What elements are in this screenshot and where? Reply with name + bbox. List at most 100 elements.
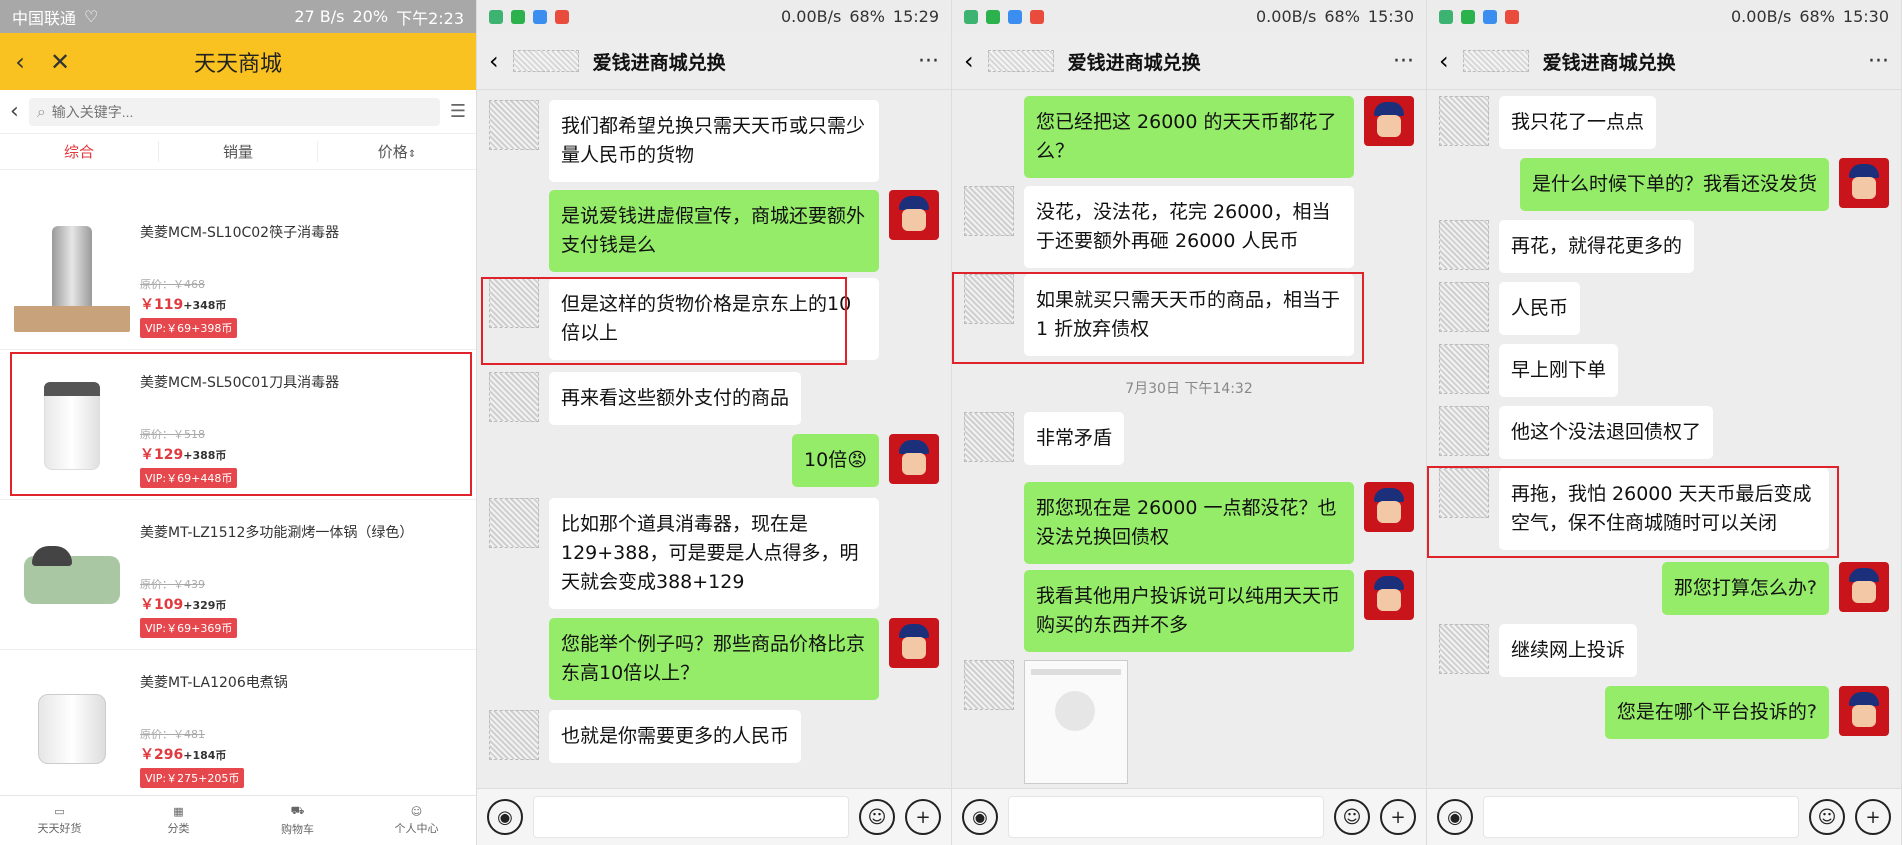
message-input[interactable] [1008,796,1324,838]
chat-title: 爱钱进商城兑换 [592,51,726,74]
avatar [489,100,539,150]
avatar [1439,220,1489,270]
search-box[interactable]: ⌕ [28,97,440,126]
avatar [889,618,939,668]
back-arrow-icon[interactable]: ‹ [10,99,19,124]
chat-title: 爱钱进商城兑换 [1067,51,1201,74]
voice-icon[interactable]: ◉ [962,799,998,835]
back-icon[interactable]: ‹ [964,47,974,75]
product-image [14,516,130,632]
tab-category[interactable]: ▦ 分类 [119,796,238,845]
search-input[interactable] [51,103,432,120]
avatar [1439,624,1489,674]
input-bar: ◉ ☺ + [1427,788,1901,845]
more-icon[interactable]: ··· [918,49,939,74]
clock: 下午2:23 [396,8,464,28]
price: ￥296+184币 [140,747,227,763]
avatar [1839,158,1889,208]
plus-icon[interactable]: + [1855,799,1891,835]
sort-general[interactable]: 综合 [0,141,159,162]
shop-header: ‹ ✕ 天天商城 [0,33,476,90]
original-price: 原价：￥468 [140,278,205,291]
message: 是说爱钱进虚假宣传，商城还要额外支付钱是么 [477,190,951,272]
voice-icon[interactable]: ◉ [487,799,523,835]
search-icon: ⌕ [36,101,46,121]
product-image [14,666,130,782]
tab-good-items[interactable]: ▭ 天天好货 [0,796,119,845]
back-icon[interactable]: ‹ [489,47,499,75]
list-item[interactable]: 美菱MT-LZ1512多功能涮烤一体锅（绿色） 原价：￥439 ￥109+329… [0,500,476,650]
emoji-icon[interactable]: ☺ [859,799,895,835]
highlight-box [481,277,847,365]
avatar [1439,96,1489,146]
sort-price[interactable]: 价格⇕ [318,141,476,162]
back-button[interactable]: ‹ [0,42,40,82]
chat-header: ‹ 爱钱进商城兑换 ··· [952,33,1426,90]
list-item[interactable]: 美菱MCM-SL10C02筷子消毒器 原价：￥468 ￥119+348币 VIP… [0,200,476,350]
redacted-name [1462,50,1529,72]
avatar [1364,570,1414,620]
plus-icon[interactable]: + [1380,799,1416,835]
sort-bar: 综合 销量 价格⇕ [0,134,476,170]
message: 没花，没法花，花完 26000，相当于还要额外再砸 26000 人民币 [952,186,1426,268]
message: 那您打算怎么办? [1427,562,1901,615]
message: 您是在哪个平台投诉的? [1427,686,1901,739]
message-list: 我们都希望兑换只需天天币或只需少量人民币的货物 是说爱钱进虚假宣传，商城还要额外… [477,90,951,788]
avatar [964,186,1014,236]
battery: 20% [352,7,389,26]
status-bar: 0.00B/s 68% 15:30 [952,0,1426,33]
avatar [1364,96,1414,146]
message: 您能举个例子吗？那些商品价格比京东高10倍以上？ [477,618,951,700]
status-bar: 0.00B/s 68% 15:29 [477,0,951,33]
sort-sales[interactable]: 销量 [159,141,318,162]
user-icon: ☺ [410,805,423,818]
grid-icon: ▦ [173,805,184,818]
message: 我看其他用户投诉说可以纯用天天币购买的东西并不多 [952,570,1426,652]
avatar [1839,686,1889,736]
chat-panel-1: 0.00B/s 68% 15:29 ‹ 爱钱进商城兑换 ··· 我们都希望兑换只需天… [477,0,952,845]
more-icon[interactable]: ··· [1868,49,1889,74]
tab-profile[interactable]: ☺ 个人中心 [357,796,476,845]
voice-icon[interactable]: ◉ [1437,799,1473,835]
shop-panel: 中国联通♡ 27 B/s20%下午2:23 ‹ ✕ 天天商城 ‹ ⌕ ☰ 综合 … [0,0,477,845]
avatar [489,372,539,422]
back-icon[interactable]: ‹ [1439,47,1449,75]
input-bar: ◉ ☺ + [477,788,951,845]
product-image [14,216,130,332]
cart-icon: ⛟ [290,804,305,817]
vip-badge: VIP:￥275+205币 [140,768,245,788]
avatar [1439,282,1489,332]
message-list: 我只花了一点点 是什么时候下单的？我看还没发货 再花，就得花更多的 人民币 早上… [1427,90,1901,788]
carrier: 中国联通 [12,8,77,28]
message: 您已经把这 26000 的天天币都花了么？ [952,96,1426,178]
image-thumbnail[interactable] [1024,660,1128,784]
message-input[interactable] [533,796,849,838]
message: 10倍😡 [477,434,951,487]
more-icon[interactable]: ··· [1393,49,1414,74]
avatar [489,498,539,548]
message: 也就是你需要更多的人民币 [477,710,951,763]
chat-header: ‹ 爱钱进商城兑换 ··· [1427,33,1901,90]
plus-icon[interactable]: + [905,799,941,835]
status-bar: 0.00B/s 68% 15:30 [1427,0,1901,33]
message: 再来看这些额外支付的商品 [477,372,951,425]
price: ￥109+329币 [140,597,227,613]
message: 我只花了一点点 [1427,96,1901,149]
tab-cart[interactable]: ⛟ 购物车 [238,796,357,845]
chat-panel-2: 0.00B/s 68% 15:30 ‹ 爱钱进商城兑换 ··· 您已经把这 2600… [952,0,1427,845]
list-item[interactable]: 美菱MT-LA1206电煮锅 原价：￥481 ￥296+184币 VIP:￥27… [0,650,476,800]
chat-panel-3: 0.00B/s 68% 15:30 ‹ 爱钱进商城兑换 ··· 我只花了一点点 是什… [1427,0,1902,845]
redacted-name [987,50,1054,72]
vip-badge: VIP:￥69+369币 [140,618,238,638]
emoji-icon[interactable]: ☺ [1334,799,1370,835]
message-input[interactable] [1483,796,1799,838]
input-bar: ◉ ☺ + [952,788,1426,845]
message: 再花，就得花更多的 [1427,220,1901,273]
timestamp: 7月30日 下午14:32 [1125,381,1253,397]
close-button[interactable]: ✕ [40,42,80,82]
list-view-icon[interactable]: ☰ [450,101,466,122]
avatar [889,190,939,240]
message: 早上刚下单 [1427,344,1901,397]
emoji-icon[interactable]: ☺ [1809,799,1845,835]
redacted-name [512,50,579,72]
